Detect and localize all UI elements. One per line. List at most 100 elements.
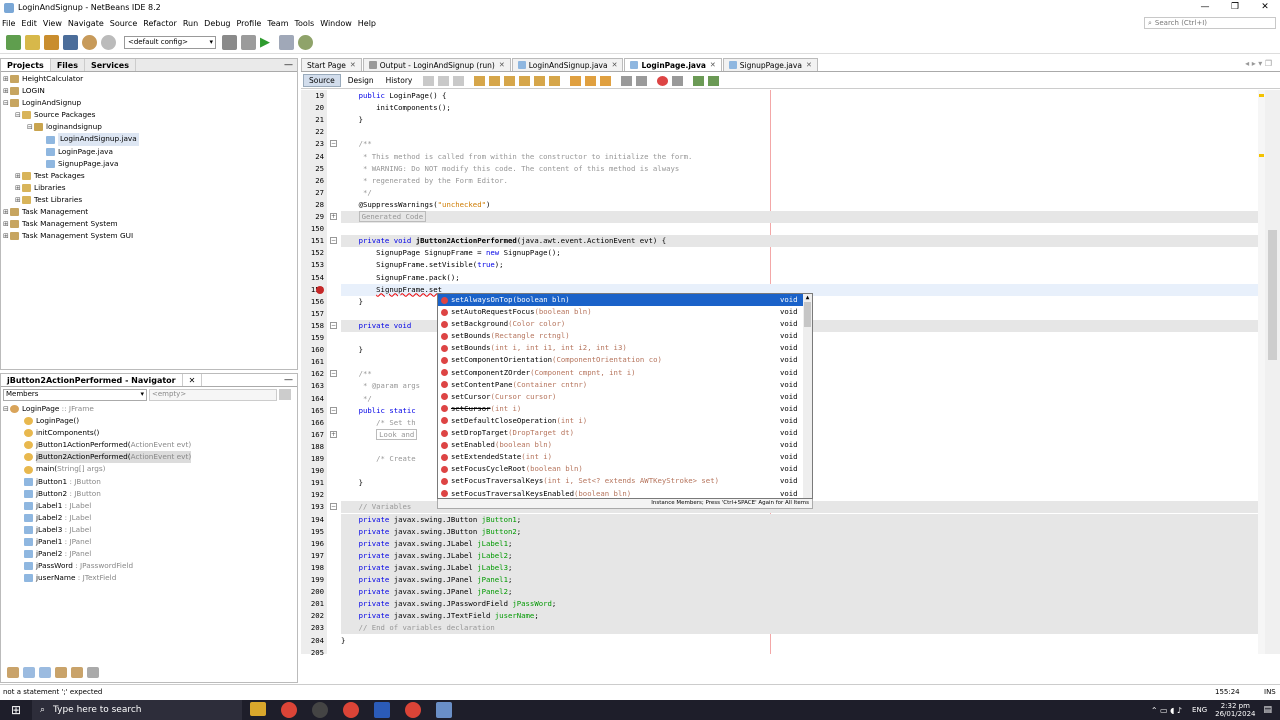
code-line[interactable]: @SuppressWarnings("unchecked") [341,199,1258,211]
tree-node[interactable]: ⊞ Test Packages [3,170,297,182]
tree-node[interactable]: ⊟ Source Packages [3,109,297,121]
fold-toggle-icon[interactable]: − [330,237,337,245]
find-previous-icon[interactable] [489,75,501,86]
code-line[interactable]: private javax.swing.JLabel jLabel3; [341,561,1258,574]
navigator-close-icon[interactable]: ✕ [183,374,203,386]
find-icon[interactable] [474,75,486,86]
menu-edit[interactable]: Edit [21,19,37,28]
language-indicator[interactable]: ENG [1192,706,1207,714]
members-filter-select[interactable]: Members ▾ [3,389,147,401]
code-line[interactable] [341,647,1258,659]
code-line[interactable]: private javax.swing.JTextField juserName… [341,610,1258,623]
fold-toggle-icon[interactable]: + [330,430,337,438]
code-line[interactable]: private void jButton2ActionPerformed(jav… [341,235,1258,248]
shift-right-icon[interactable] [636,75,648,86]
filter-static-icon[interactable] [23,667,35,678]
navigator-item[interactable]: LoginPage() [3,415,297,427]
code-line[interactable]: private javax.swing.JPanel jPanel1; [341,574,1258,587]
completion-item[interactable]: setBounds(int i, int i1, int i2, int i3)… [438,342,812,354]
new-file-icon[interactable] [25,35,40,50]
completion-item[interactable]: setDropTarget(DropTarget dt) void [438,427,812,439]
close-tab-icon[interactable]: ✕ [710,61,716,69]
windows-start-icon[interactable]: ⊞ [0,703,32,717]
tab-scroll-icons[interactable]: ◂ ▸ ▾ ❐ [1245,59,1272,68]
completion-item[interactable]: setBackground(Color color) void [438,318,812,330]
sort-by-source-icon[interactable] [87,667,99,678]
last-edit-icon[interactable] [423,75,435,86]
save-all-icon[interactable] [63,35,78,50]
toggle-rect-select-icon[interactable] [549,75,561,86]
expand-icon[interactable]: ⊞ [3,230,10,242]
expand-icon[interactable]: ⊞ [3,206,10,218]
tab-history[interactable]: History [381,75,418,86]
code-line[interactable]: */ [341,187,1258,199]
close-tab-icon[interactable]: ✕ [499,61,505,69]
code-line[interactable]: /** [341,138,1258,150]
build-icon[interactable] [222,35,237,50]
tree-node[interactable]: ⊞ HeightCalculator [3,73,297,85]
code-line[interactable]: SignupPage SignupFrame = new SignupPage(… [341,247,1258,259]
expand-icon[interactable]: ⊟ [15,109,22,121]
notifications-icon[interactable]: ▤ [1263,705,1272,715]
code-line[interactable]: private javax.swing.JPasswordField jPass… [341,598,1258,611]
tree-node[interactable]: ⊞ LOGIN [3,85,297,97]
completion-item[interactable]: setCursor(int i) void [438,403,812,415]
expand-icon[interactable]: ⊞ [15,170,22,182]
expand-icon[interactable]: ⊟ [3,97,10,109]
redo-icon[interactable] [101,35,116,50]
code-line[interactable]: SignupFrame.setVisible(true); [341,259,1258,271]
comment-icon[interactable] [693,75,705,86]
editor-vertical-scrollbar[interactable] [1265,90,1280,654]
menu-refactor[interactable]: Refactor [143,19,177,28]
close-tab-icon[interactable]: ✕ [350,61,356,69]
menu-help[interactable]: Help [358,19,376,28]
back-icon[interactable] [438,75,450,86]
fold-toggle-icon[interactable]: − [330,503,337,511]
toggle-bookmark-icon[interactable] [600,75,612,86]
code-line[interactable]: private javax.swing.JButton jButton1; [341,513,1258,526]
error-badge-icon[interactable] [316,285,324,294]
fold-toggle-icon[interactable]: − [330,140,337,148]
clock[interactable]: 2:32 pm 26/01/2024 [1215,702,1255,718]
completion-item[interactable]: setContentPane(Container cntnr) void [438,379,812,391]
code-line[interactable]: * WARNING: Do NOT modify this code. The … [341,163,1258,175]
maximize-button[interactable]: ❐ [1220,0,1250,15]
taskbar-search[interactable]: ⌕ Type here to search [32,700,242,720]
warning-mark[interactable] [1259,94,1264,97]
start-macro-icon[interactable] [657,75,669,86]
navigator-item[interactable]: juserName : JTextField [3,572,297,584]
navigator-item[interactable]: ⊟ LoginPage :: JFrame [3,403,297,415]
tree-node[interactable]: ⊟ loginandsignup [3,121,297,133]
tree-node[interactable]: ⊞ Libraries [3,182,297,194]
navigator-item[interactable]: jButton1ActionPerformed(ActionEvent evt) [3,439,297,451]
code-line[interactable]: private javax.swing.JLabel jLabel2; [341,549,1258,562]
completion-item[interactable]: setExtendedState(int i) void [438,451,812,463]
minimize-panel-icon[interactable]: — [284,60,293,70]
tree-node[interactable]: LoginAndSignup.java [3,133,297,146]
navigator-item[interactable]: jLabel1 : JLabel [3,500,297,512]
menu-source[interactable]: Source [110,19,137,28]
code-line[interactable]: * This method is called from within the … [341,151,1258,163]
config-select[interactable]: <default config> [124,36,216,49]
debug-icon[interactable] [279,35,294,50]
code-line[interactable]: } [341,635,1258,647]
shift-left-icon[interactable] [621,75,633,86]
navigator-item[interactable]: jPanel2 : JPanel [3,548,297,560]
expand-icon[interactable]: ⊟ [3,403,10,415]
fold-toggle-icon[interactable]: − [330,406,337,414]
navigator-item[interactable]: jButton1 : JButton [3,476,297,488]
forward-icon[interactable] [453,75,465,86]
new-project-icon[interactable] [6,35,21,50]
open-project-icon[interactable] [44,35,59,50]
navigator-item[interactable]: jLabel2 : JLabel [3,512,297,524]
find-next-icon[interactable] [504,75,516,86]
tree-node[interactable]: ⊞ Task Management System [3,218,297,230]
expand-icon[interactable]: ⊞ [3,85,10,97]
run-icon[interactable]: ▶ [260,35,275,50]
completion-scroll-thumb[interactable] [804,302,811,327]
navigator-item[interactable]: jPassWord : JPasswordField [3,560,297,572]
scrollbar-thumb[interactable] [1268,230,1277,360]
code-line[interactable]: * regenerated by the Form Editor. [341,175,1258,187]
code-line[interactable] [341,223,1258,235]
tree-node[interactable]: ⊞ Task Management System GUI [3,230,297,242]
